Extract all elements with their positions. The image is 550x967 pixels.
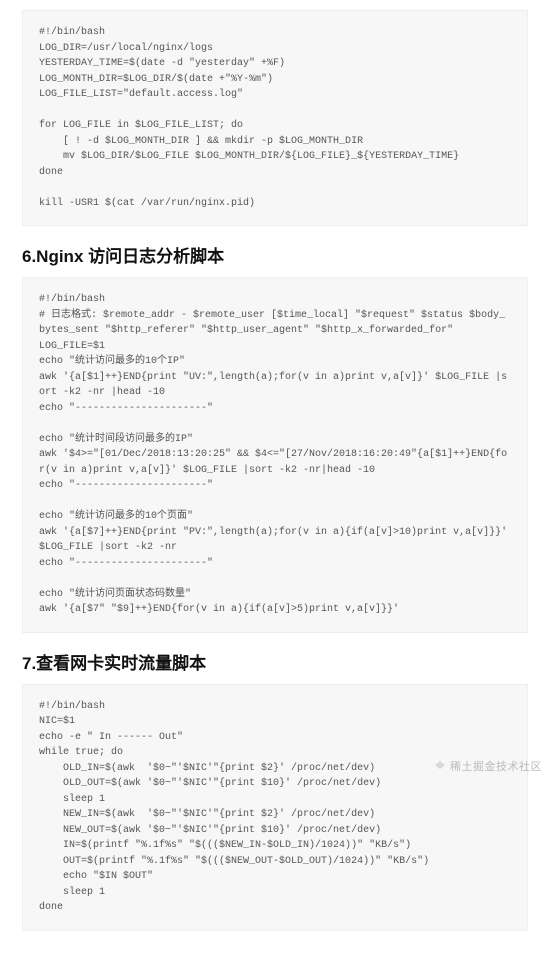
watermark-text: 稀土掘金技术社区: [450, 758, 542, 774]
juejin-icon: [434, 760, 446, 772]
code-block-3: #!/bin/bash NIC=$1 echo -e " In ------ O…: [22, 684, 528, 931]
article-page: #!/bin/bash LOG_DIR=/usr/local/nginx/log…: [0, 0, 550, 967]
watermark: 稀土掘金技术社区: [434, 758, 542, 774]
code-block-2: #!/bin/bash # 日志格式: $remote_addr - $remo…: [22, 277, 528, 633]
section-heading-7: 7.查看网卡实时流量脚本: [22, 649, 528, 674]
section-heading-6: 6.Nginx 访问日志分析脚本: [22, 242, 528, 267]
code-block-1: #!/bin/bash LOG_DIR=/usr/local/nginx/log…: [22, 10, 528, 226]
